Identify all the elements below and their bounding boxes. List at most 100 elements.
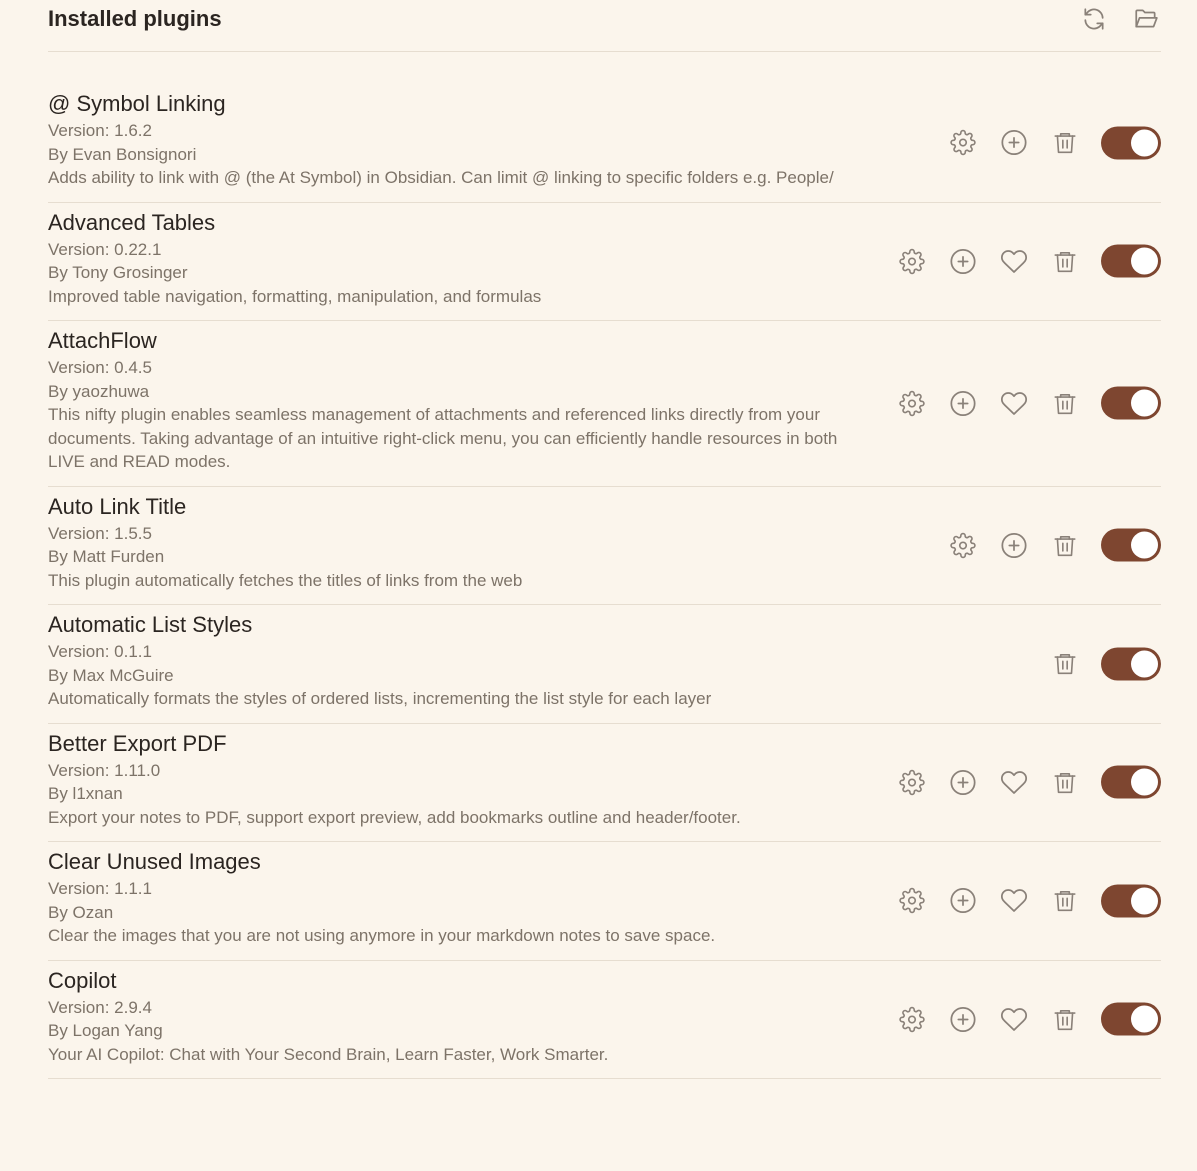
plugin-settings-button[interactable] xyxy=(897,886,927,916)
plugin-settings-button[interactable] xyxy=(897,246,927,276)
plugin-enable-toggle[interactable] xyxy=(1101,528,1161,562)
plugin-name: Advanced Tables xyxy=(48,209,216,235)
heart-icon xyxy=(1000,887,1028,915)
plugin-description: Clear the images that you are not using … xyxy=(48,926,716,945)
plugin-hotkeys-button[interactable] xyxy=(948,1004,978,1034)
plugin-enable-toggle[interactable] xyxy=(1101,386,1161,420)
plugin-settings-button[interactable] xyxy=(948,128,978,158)
plugin-enable-toggle[interactable] xyxy=(1101,765,1161,799)
plugin-item: Better Export PDF Version: 1.11.0 By l1xna… xyxy=(48,724,1161,842)
plugin-author: By Matt Furden xyxy=(48,547,165,566)
plugin-hotkeys-button[interactable] xyxy=(999,530,1029,560)
plugin-enable-toggle[interactable] xyxy=(1101,126,1161,160)
plugin-enable-toggle[interactable] xyxy=(1101,884,1161,918)
plugin-controls xyxy=(876,884,1161,918)
plus-circle-icon xyxy=(1000,129,1028,157)
gear-icon xyxy=(950,532,976,558)
open-plugins-folder-button[interactable] xyxy=(1131,4,1161,34)
gear-icon xyxy=(950,130,976,156)
header-actions xyxy=(1079,4,1161,34)
plugin-enable-toggle[interactable] xyxy=(1101,1002,1161,1036)
plugin-author: By Max McGuire xyxy=(48,665,174,685)
open-folder-icon xyxy=(1132,6,1160,32)
plugin-donate-button[interactable] xyxy=(999,1004,1029,1034)
toggle-knob xyxy=(1131,531,1158,559)
plugin-hotkeys-button[interactable] xyxy=(948,246,978,276)
toggle-knob xyxy=(1131,129,1158,157)
plugin-description: Adds ability to link with @ (the At Symb… xyxy=(48,168,834,187)
plugin-description: Export your notes to PDF, support export… xyxy=(48,807,741,827)
plugin-uninstall-button[interactable] xyxy=(1050,388,1080,418)
toggle-knob xyxy=(1131,247,1158,275)
plugin-item: Advanced Tables Version: 0.22.1 By Tony Gr… xyxy=(48,203,1161,321)
plugin-donate-button[interactable] xyxy=(999,388,1029,418)
plugin-version: Version: 1.6.2 xyxy=(48,121,152,140)
plugin-uninstall-button[interactable] xyxy=(1050,1004,1080,1034)
plugin-description: This plugin automatically fetches the ti… xyxy=(48,570,523,590)
heart-icon xyxy=(1000,247,1028,275)
plugin-donate-button[interactable] xyxy=(999,767,1029,797)
plugin-donate-button[interactable] xyxy=(999,246,1029,276)
plugin-enable-toggle[interactable] xyxy=(1101,647,1161,681)
plugin-uninstall-button[interactable] xyxy=(1050,767,1080,797)
plugin-hotkeys-button[interactable] xyxy=(948,886,978,916)
plugin-author: By Tony Grosinger xyxy=(48,263,188,282)
page-title: Installed plugins xyxy=(48,6,222,31)
plugin-uninstall-button[interactable] xyxy=(1050,886,1080,916)
plugin-settings-button[interactable] xyxy=(948,530,978,560)
plugin-controls xyxy=(876,1002,1161,1036)
plugin-description: Your AI Copilot: Chat with Your Second B… xyxy=(48,1044,609,1064)
plus-circle-icon xyxy=(949,887,977,915)
plugin-version: Version: 1.5.5 xyxy=(48,523,152,543)
plugin-settings-button[interactable] xyxy=(897,767,927,797)
plugin-description: This nifty plugin enables seamless manag… xyxy=(48,405,838,471)
plugin-item: Copilot Version: 2.9.4 By Logan Yang Your A… xyxy=(48,961,1161,1079)
plugin-info: Automatic List Styles Version: 0.1.1 By Ma… xyxy=(48,610,1161,711)
plugin-name: Auto Link Title xyxy=(48,493,187,519)
heart-icon xyxy=(1000,768,1028,796)
plugin-settings-button[interactable] xyxy=(897,388,927,418)
gear-icon xyxy=(899,390,925,416)
toggle-knob xyxy=(1131,768,1158,796)
trash-icon xyxy=(1052,129,1078,157)
plugin-item: AttachFlow Version: 0.4.5 By yaozhuwa This … xyxy=(48,321,1161,487)
plugin-uninstall-button[interactable] xyxy=(1050,246,1080,276)
plugin-uninstall-button[interactable] xyxy=(1050,649,1080,679)
plugins-settings-page: Installed plugins @ Symbol Linking Versi… xyxy=(0,0,1197,1171)
plugin-enable-toggle[interactable] xyxy=(1101,244,1161,278)
plugin-hotkeys-button[interactable] xyxy=(948,767,978,797)
plugin-settings-button[interactable] xyxy=(897,1004,927,1034)
heart-icon xyxy=(1000,1005,1028,1033)
plugin-item: Auto Link Title Version: 1.5.5 By Matt Fur… xyxy=(48,487,1161,605)
gear-icon xyxy=(899,1006,925,1032)
plus-circle-icon xyxy=(1000,531,1028,559)
plugin-version: Version: 1.11.0 xyxy=(48,760,161,780)
plugin-controls xyxy=(1029,647,1161,681)
plugin-version: Version: 0.1.1 xyxy=(48,642,152,661)
refresh-icon xyxy=(1081,6,1107,32)
toggle-knob xyxy=(1131,1005,1158,1033)
plugin-list: @ Symbol Linking Version: 1.6.2 By Evan Bo… xyxy=(48,84,1161,1079)
reload-plugins-button[interactable] xyxy=(1079,4,1109,34)
plugin-name: Copilot xyxy=(48,967,117,993)
plugin-uninstall-button[interactable] xyxy=(1050,128,1080,158)
plugin-hotkeys-button[interactable] xyxy=(999,128,1029,158)
plus-circle-icon xyxy=(949,1005,977,1033)
plugin-name: Automatic List Styles xyxy=(48,612,253,637)
plugin-hotkeys-button[interactable] xyxy=(948,388,978,418)
plus-circle-icon xyxy=(949,247,977,275)
gear-icon xyxy=(899,888,925,914)
trash-icon xyxy=(1052,247,1078,275)
plugin-donate-button[interactable] xyxy=(999,886,1029,916)
trash-icon xyxy=(1052,1005,1078,1033)
heart-icon xyxy=(1000,389,1028,417)
toggle-knob xyxy=(1131,389,1158,417)
trash-icon xyxy=(1052,887,1078,915)
plugin-controls xyxy=(876,244,1161,278)
plugin-description: Improved table navigation, formatting, m… xyxy=(48,286,542,306)
trash-icon xyxy=(1052,768,1078,796)
trash-icon xyxy=(1052,650,1078,678)
plugin-uninstall-button[interactable] xyxy=(1050,530,1080,560)
plugin-controls xyxy=(876,765,1161,799)
plugin-name: Better Export PDF xyxy=(48,730,227,756)
